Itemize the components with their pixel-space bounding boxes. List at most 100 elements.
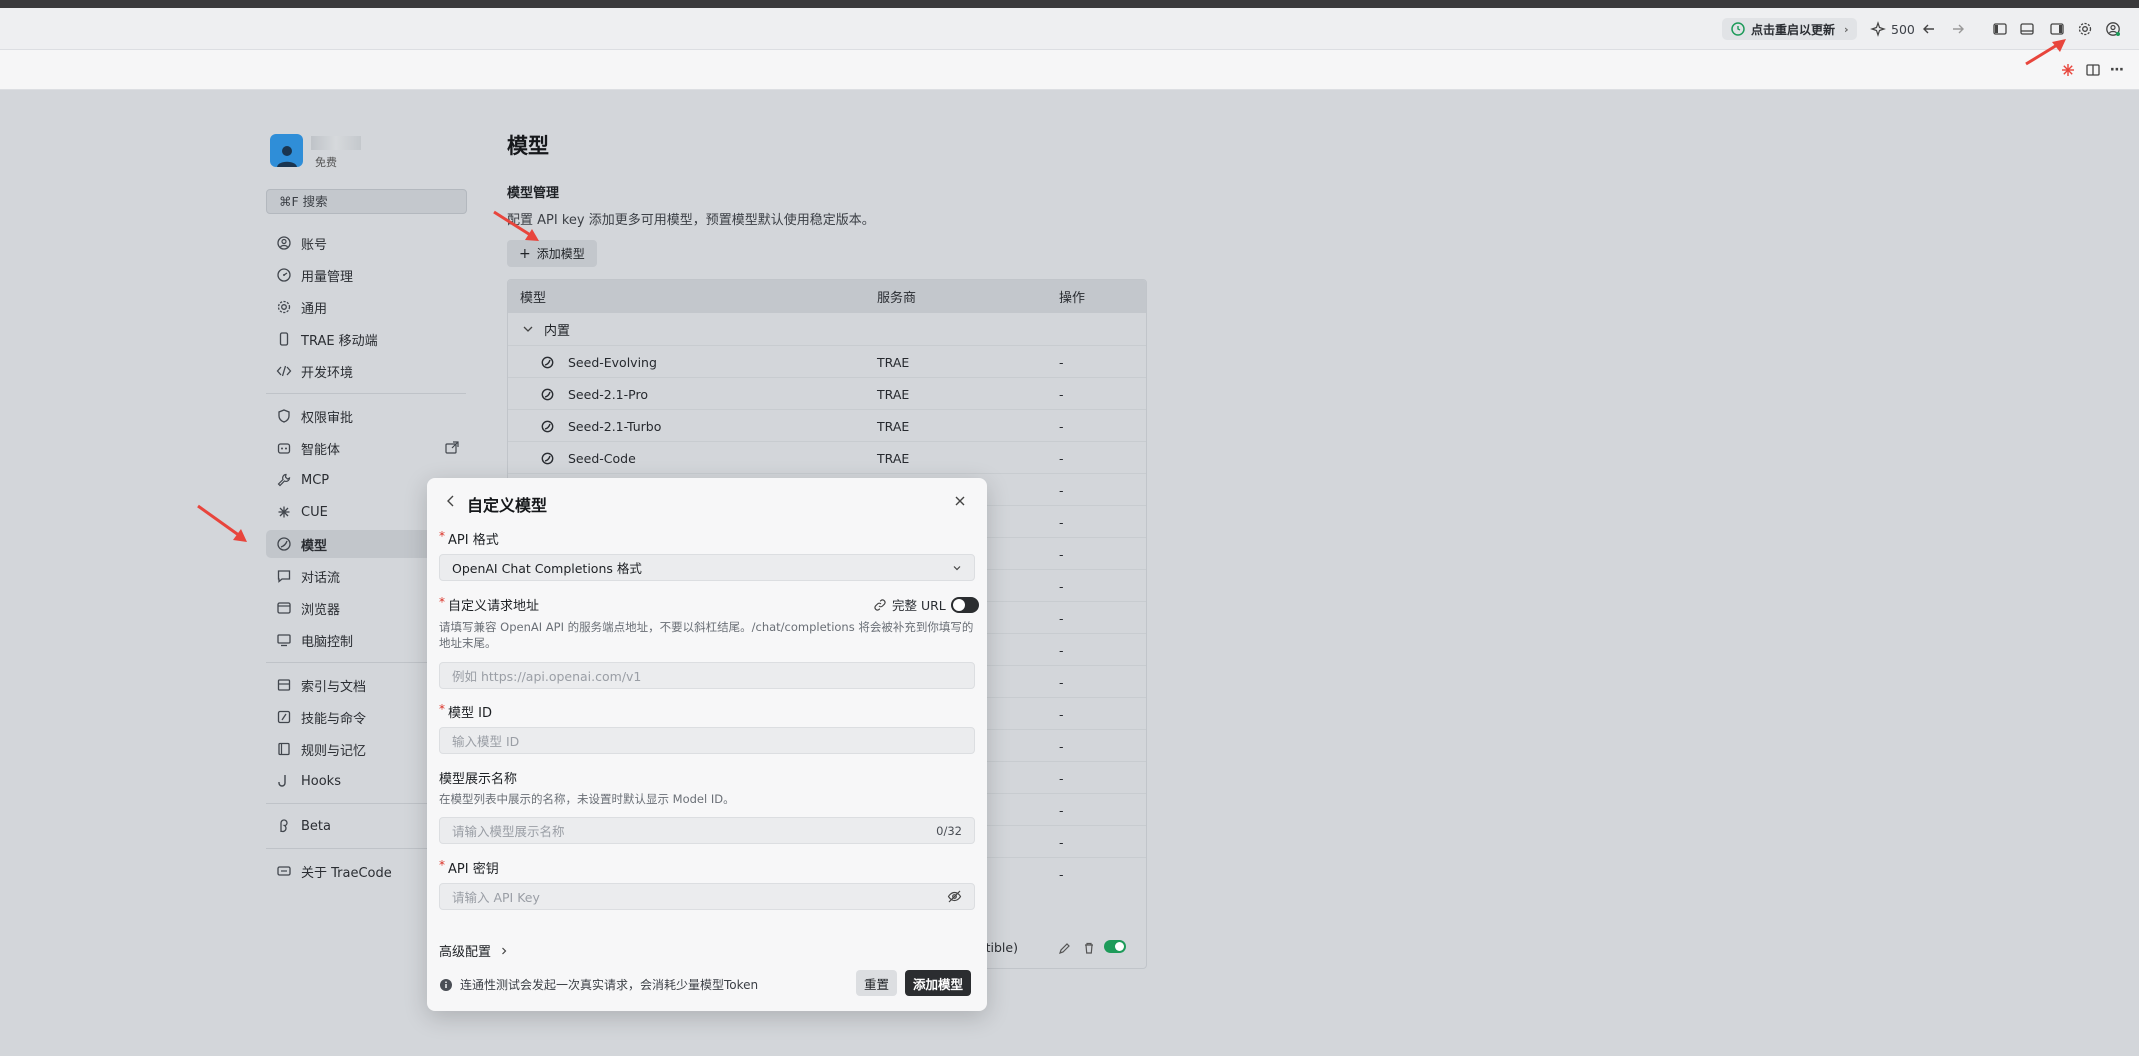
full-url-toggle-group[interactable]: 完整 URL	[873, 595, 979, 614]
nav-divider	[266, 393, 466, 394]
nav-label: 索引与文档	[301, 679, 367, 695]
restart-update-button[interactable]: 点击重启以更新 ›	[1722, 18, 1857, 40]
model-logo-icon	[541, 452, 554, 465]
eye-off-icon[interactable]	[947, 889, 962, 904]
annotation-arrow-settings	[2025, 39, 2066, 66]
reset-button[interactable]: 重置	[856, 970, 898, 996]
annotation-arrow-add-model	[493, 210, 539, 241]
edit-icon[interactable]	[1058, 941, 1072, 955]
table-row[interactable]: Seed-2.1-Pro TRAE -	[508, 377, 1146, 409]
table-row[interactable]: Seed-Evolving TRAE -	[508, 345, 1146, 377]
model-actions: -	[1059, 451, 1064, 466]
toggle-right-panel-icon[interactable]	[2049, 21, 2065, 37]
nav-label: 智能体	[301, 442, 341, 458]
model-actions: -	[1059, 707, 1064, 722]
table-row[interactable]: Seed-Code TRAE -	[508, 441, 1146, 473]
request-url-label: * 自定义请求地址	[439, 595, 540, 614]
nav-item-agents[interactable]: 智能体	[266, 434, 466, 462]
model-enabled-toggle[interactable]	[1104, 940, 1126, 953]
settings-gear-icon[interactable]	[2077, 21, 2093, 37]
external-panel-icon[interactable]	[444, 440, 460, 456]
nav-label: Hooks	[301, 773, 341, 789]
display-name-input[interactable]: 请输入模型展示名称 0/32	[439, 817, 975, 844]
api-format-select[interactable]: OpenAI Chat Completions 格式	[439, 554, 975, 581]
nav-label: 通用	[301, 301, 328, 317]
nav-item-dev-env[interactable]: 开发环境	[266, 357, 466, 385]
model-actions: -	[1059, 835, 1064, 850]
nav-item-account[interactable]: 账号	[266, 229, 466, 257]
user-profile[interactable]: 免费	[270, 134, 361, 170]
add-model-button[interactable]: + 添加模型	[507, 240, 597, 267]
account-icon[interactable]	[2105, 21, 2121, 37]
nav-label: 账号	[301, 237, 328, 253]
model-actions: -	[1059, 419, 1064, 434]
api-key-placeholder: 请输入 API Key	[452, 890, 540, 905]
close-icon[interactable]	[953, 494, 967, 508]
model-actions: -	[1059, 579, 1064, 594]
request-url-input[interactable]: 例如 https://api.openai.com/v1	[439, 662, 975, 689]
nav-label: 对话流	[301, 570, 341, 586]
delete-icon[interactable]	[1082, 941, 1096, 955]
nav-label: 用量管理	[301, 269, 354, 285]
table-header: 模型 服务商 操作	[508, 280, 1146, 313]
required-mark: *	[439, 529, 445, 543]
column-header-actions: 操作	[1059, 291, 1086, 306]
nav-label: 关于 TraeCode	[301, 865, 392, 881]
nav-label: 规则与记忆	[301, 743, 367, 759]
api-key-label: * API 密钥	[439, 858, 499, 877]
char-counter: 0/32	[936, 823, 962, 838]
model-provider: TRAE	[877, 419, 910, 434]
request-url-hint: 请填写兼容 OpenAI API 的服务端点地址，不要以斜杠结尾。/chat/c…	[439, 620, 974, 650]
display-name-hint: 在模型列表中展示的名称，未设置时默认显示 Model ID。	[439, 792, 735, 806]
model-provider: TRAE	[877, 451, 910, 466]
phone-icon	[276, 331, 292, 347]
nav-label: MCP	[301, 472, 330, 488]
nav-item-general[interactable]: 通用	[266, 293, 466, 321]
back-chevron-icon[interactable]	[444, 494, 458, 508]
column-header-model: 模型	[520, 291, 547, 306]
hook-icon	[276, 773, 292, 789]
nav-item-mobile[interactable]: TRAE 移动端	[266, 325, 466, 353]
back-arrow-icon[interactable]	[1921, 21, 1937, 37]
toggle-bottom-panel-icon[interactable]	[2019, 21, 2035, 37]
database-icon	[276, 677, 292, 693]
title-bar: 点击重启以更新 › 500	[0, 8, 2139, 50]
model-name: Seed-2.1-Turbo	[568, 419, 662, 434]
model-id-placeholder: 输入模型 ID	[452, 734, 520, 749]
display-name-label: 模型展示名称	[439, 772, 518, 787]
wrench-icon	[276, 472, 292, 488]
info-card-icon	[276, 863, 292, 879]
credits-counter[interactable]: 500	[1870, 21, 1915, 37]
user-circle-icon	[276, 235, 292, 251]
gauge-icon	[276, 267, 292, 283]
split-editor-icon[interactable]	[2085, 62, 2101, 78]
forward-arrow-icon[interactable]	[1950, 21, 1966, 37]
nav-item-permissions[interactable]: 权限审批	[266, 402, 466, 430]
add-model-label: 添加模型	[536, 247, 585, 261]
advanced-config-toggle[interactable]: 高级配置	[439, 941, 509, 960]
model-logo-icon	[541, 420, 554, 433]
settings-search-input[interactable]: ⌘F 搜索	[266, 189, 467, 214]
book-icon	[276, 741, 292, 757]
chat-icon	[276, 568, 292, 584]
nav-label: TRAE 移动端	[301, 333, 378, 349]
api-key-input[interactable]: 请输入 API Key	[439, 883, 975, 910]
toggle-left-panel-icon[interactable]	[1992, 21, 2008, 37]
full-url-label: 完整 URL	[892, 598, 946, 613]
connectivity-note: 连通性测试会发起一次真实请求，会消耗少量模型Token	[439, 976, 758, 993]
bot-icon	[276, 440, 292, 456]
nav-label: Beta	[301, 818, 331, 834]
model-orbit-icon	[276, 536, 292, 552]
dialog-title: 自定义模型	[467, 496, 548, 515]
model-actions: -	[1059, 483, 1064, 498]
full-url-switch[interactable]	[950, 596, 979, 613]
submit-add-model-button[interactable]: 添加模型	[905, 970, 972, 996]
more-actions-icon[interactable]: ⋯	[2110, 62, 2124, 78]
table-row[interactable]: Seed-2.1-Turbo TRAE -	[508, 409, 1146, 441]
asterisk-icon	[276, 504, 292, 520]
group-label: 内置	[544, 323, 571, 339]
builtin-group-toggle[interactable]: 内置	[508, 313, 1146, 345]
section-description: 配置 API key 添加更多可用模型，预置模型默认使用稳定版本。	[507, 213, 875, 228]
model-id-input[interactable]: 输入模型 ID	[439, 727, 975, 754]
nav-item-usage[interactable]: 用量管理	[266, 261, 466, 289]
